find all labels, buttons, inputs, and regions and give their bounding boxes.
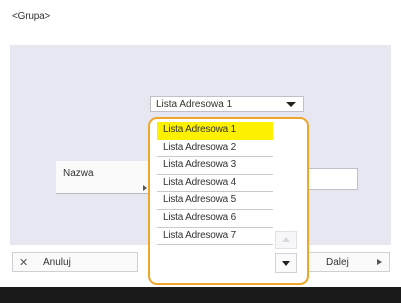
scroll-down-button[interactable] — [275, 253, 297, 273]
chevron-down-icon — [286, 102, 296, 107]
address-list-select[interactable]: Lista Adresowa 1 — [150, 96, 304, 112]
name-button[interactable]: Nazwa — [56, 161, 150, 194]
dropdown-item-lista-adresowa-6[interactable]: Lista Adresowa 6 — [157, 210, 273, 228]
dropdown-item-lista-adresowa-5[interactable]: Lista Adresowa 5 — [157, 192, 273, 210]
dropdown-list: Lista Adresowa 1 Lista Adresowa 2 Lista … — [157, 122, 273, 246]
dropdown-item-lista-adresowa-7[interactable]: Lista Adresowa 7 — [157, 228, 273, 246]
name-label: Nazwa — [63, 168, 94, 179]
cancel-button-label: Anuluj — [43, 257, 71, 268]
scroll-down-icon — [282, 261, 290, 266]
screen-title: <Grupa> — [12, 11, 51, 22]
play-icon — [377, 259, 382, 265]
cancel-button[interactable]: ✕ Anuluj — [12, 252, 138, 272]
address-list-select-value: Lista Adresowa 1 — [156, 99, 233, 110]
close-icon: ✕ — [19, 257, 29, 269]
dropdown-item-lista-adresowa-4[interactable]: Lista Adresowa 4 — [157, 175, 273, 193]
dropdown-item-lista-adresowa-2[interactable]: Lista Adresowa 2 — [157, 140, 273, 158]
dropdown-item-lista-adresowa-3[interactable]: Lista Adresowa 3 — [157, 157, 273, 175]
name-field[interactable] — [308, 168, 358, 190]
footer-bar — [0, 287, 401, 303]
scroll-up-button[interactable] — [275, 231, 297, 249]
expand-arrow-icon — [143, 185, 147, 191]
scroll-up-icon — [282, 237, 290, 242]
address-list-dropdown: Lista Adresowa 1 Lista Adresowa 2 Lista … — [148, 117, 309, 285]
next-button-label: Dalej — [326, 257, 349, 268]
dropdown-item-lista-adresowa-1[interactable]: Lista Adresowa 1 — [157, 122, 273, 140]
next-button[interactable]: Dalej — [308, 252, 390, 272]
